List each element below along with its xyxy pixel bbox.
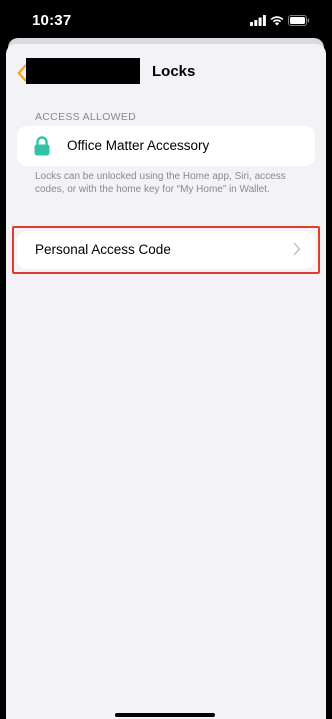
navigation-bar: Locks bbox=[6, 44, 326, 102]
status-bar: 10:37 bbox=[0, 0, 332, 40]
accessory-row[interactable]: Office Matter Accessory bbox=[17, 126, 315, 166]
personal-access-code-label: Personal Access Code bbox=[35, 242, 171, 257]
phone-screen: 10:37 Locks ACCESS ALLOWED Office Matter… bbox=[0, 0, 332, 719]
access-allowed-header: ACCESS ALLOWED bbox=[35, 111, 137, 123]
wifi-icon bbox=[270, 15, 284, 26]
cellular-signal-icon bbox=[250, 14, 266, 26]
lock-icon bbox=[34, 136, 50, 156]
status-time: 10:37 bbox=[32, 12, 72, 29]
access-footnote: Locks can be unlocked using the Home app… bbox=[35, 171, 286, 195]
home-indicator bbox=[115, 713, 215, 717]
battery-icon bbox=[288, 14, 310, 26]
redacted-home-name bbox=[26, 58, 140, 84]
accessory-name: Office Matter Accessory bbox=[67, 138, 210, 153]
chevron-right-icon bbox=[293, 242, 301, 256]
status-icons bbox=[250, 13, 310, 27]
page-title: Locks bbox=[152, 63, 196, 80]
personal-access-code-row[interactable]: Personal Access Code bbox=[17, 231, 315, 269]
locks-sheet: Locks ACCESS ALLOWED Office Matter Acces… bbox=[6, 44, 326, 719]
